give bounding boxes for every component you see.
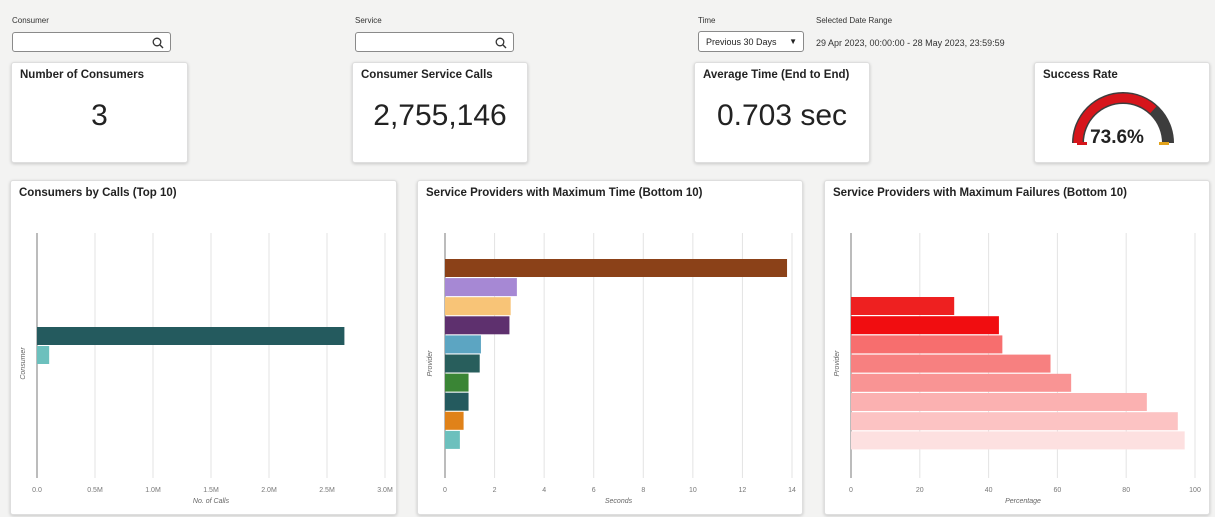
bar: [851, 316, 999, 335]
provider-time-bar-chart: 0 2 4 6 8 10 12 14 Seconds Provider: [427, 233, 796, 505]
bar: [851, 412, 1178, 431]
consumers-bar-chart: 0.0 0.5M 1.0M 1.5M 2.0M 2.5M 3.0M No. of Calls C…: [20, 233, 393, 505]
bar: [445, 259, 788, 277]
consumer-filter-label: Consumer: [12, 16, 49, 25]
chart-card-provider-failures: Service Providers with Maximum Failures …: [824, 180, 1210, 515]
x-tick-label: 2.5M: [319, 487, 335, 494]
x-tick-label: 12: [739, 487, 747, 494]
provider-failures-bar-chart: 0 20 40 60 80 100 Percentage Provider: [834, 233, 1201, 505]
x-tick-label: 2: [493, 487, 497, 494]
bar: [851, 393, 1147, 411]
x-tick-label: 20: [916, 487, 924, 494]
date-range-label: Selected Date Range: [816, 16, 893, 25]
bar: [445, 354, 480, 373]
bar: [445, 430, 460, 449]
service-search-input[interactable]: [355, 32, 514, 52]
chart-card-consumers: Consumers by Calls (Top 10) 0.0 0.5M 1.0M 1…: [10, 180, 397, 515]
bar: [445, 411, 464, 430]
x-tick-label: 40: [985, 487, 993, 494]
kpi-value: 0.703 sec: [716, 99, 848, 132]
x-tick-label: 1.0M: [145, 487, 161, 494]
x-tick-label: 14: [788, 487, 796, 494]
gauge-value: 73.6%: [1090, 127, 1144, 148]
x-tick-label: 0: [443, 487, 447, 494]
kpi-title: Average Time (End to End): [703, 69, 850, 81]
kpi-title: Consumer Service Calls: [361, 69, 493, 81]
x-axis-label: Percentage: [1005, 498, 1041, 505]
bar: [851, 354, 1051, 373]
search-icon: [495, 37, 507, 49]
x-tick-label: 1.5M: [203, 487, 219, 494]
x-tick-label: 80: [1122, 487, 1130, 494]
x-axis-label: No. of Calls: [193, 498, 230, 505]
bar: [445, 335, 481, 354]
bar: [445, 373, 469, 392]
kpi-card-success-rate: Success Rate 73.6%: [1034, 62, 1210, 163]
x-tick-label: 6: [592, 487, 596, 494]
kpi-card-average-time: Average Time (End to End) 0.703 sec: [694, 62, 870, 163]
bar: [851, 431, 1185, 450]
gauge-threshold-high: [1159, 142, 1169, 145]
time-select-value: Previous 30 Days: [706, 37, 777, 47]
kpi-value: 2,755,146: [373, 99, 507, 132]
gauge-threshold-low: [1077, 142, 1087, 145]
x-tick-label: 2.0M: [261, 487, 277, 494]
bar: [445, 316, 510, 335]
success-gauge: 73.6%: [1072, 92, 1174, 148]
x-tick-label: 10: [689, 487, 697, 494]
kpi-value: 3: [91, 99, 108, 132]
bar: [851, 373, 1072, 392]
bar: [851, 297, 955, 315]
bar: [445, 392, 469, 411]
kpi-card-consumers: Number of Consumers 3: [11, 62, 188, 163]
x-tick-label: 3.0M: [377, 487, 393, 494]
x-tick-label: 0.0: [32, 487, 42, 494]
bar: [37, 327, 345, 345]
x-tick-label: 8: [641, 487, 645, 494]
time-filter-label: Time: [698, 16, 716, 25]
date-range-value: 29 Apr 2023, 00:00:00 - 28 May 2023, 23:…: [816, 38, 1005, 48]
x-tick-label: 100: [1189, 487, 1201, 494]
y-axis-label: Consumer: [20, 347, 27, 380]
service-filter-label: Service: [355, 16, 382, 25]
x-tick-label: 60: [1054, 487, 1062, 494]
x-axis-label: Seconds: [605, 498, 633, 505]
bar: [851, 335, 1003, 354]
search-icon: [152, 37, 164, 49]
x-tick-label: 0: [849, 487, 853, 494]
x-tick-label: 4: [542, 487, 546, 494]
x-tick-label: 0.5M: [87, 487, 103, 494]
caret-down-icon: ▼: [789, 37, 797, 46]
y-axis-label: Provider: [427, 350, 434, 377]
kpi-card-service-calls: Consumer Service Calls 2,755,146: [352, 62, 528, 163]
kpi-title: Number of Consumers: [20, 69, 144, 81]
chart-card-provider-time: Service Providers with Maximum Time (Bot…: [417, 180, 803, 515]
y-axis-label: Provider: [834, 350, 841, 377]
time-select[interactable]: Previous 30 Days ▼: [698, 31, 804, 52]
bar: [445, 297, 511, 316]
bar: [37, 346, 50, 364]
consumer-search-input[interactable]: [12, 32, 171, 52]
bar: [445, 278, 517, 297]
